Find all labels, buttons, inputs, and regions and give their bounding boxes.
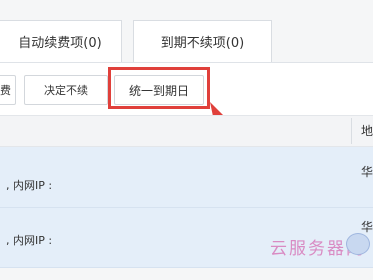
table-header — [0, 115, 373, 147]
region-cell: 华 — [361, 165, 373, 179]
ip-cell: , 内网IP : — [6, 234, 53, 247]
column-divider — [351, 118, 352, 144]
column-header-region: 地 — [361, 124, 373, 138]
table-row[interactable]: , 内网IP : 华 — [0, 147, 373, 208]
ip-cell: , 内网IP : — [6, 179, 53, 192]
region-cell: 华 — [361, 220, 373, 234]
watermark-logo-icon — [346, 233, 370, 255]
